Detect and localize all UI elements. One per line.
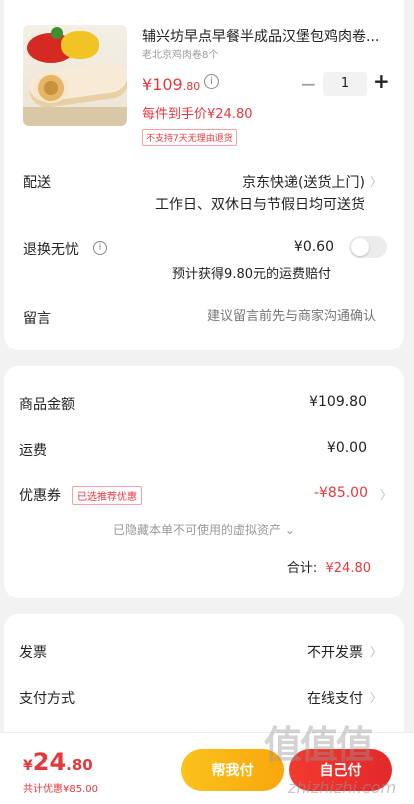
quantity-field[interactable]: 1 bbox=[323, 72, 367, 96]
return-service-note: 预计获得9.80元的运费赔付 bbox=[172, 267, 331, 282]
coupon-value[interactable]: -¥85.00 bbox=[314, 485, 368, 501]
goods-amount-value: ¥109.80 bbox=[309, 394, 367, 410]
goods-amount-label: 商品金额 bbox=[19, 397, 75, 413]
shipping-value: ¥0.00 bbox=[326, 440, 367, 456]
chevron-down-icon: ⌄ bbox=[284, 523, 295, 537]
pepper-decoration bbox=[61, 31, 99, 59]
hidden-assets-text: 已隐藏本单不可使用的虚拟资产 bbox=[113, 523, 282, 537]
return-service-toggle[interactable] bbox=[349, 236, 387, 258]
pepper-stem bbox=[51, 27, 63, 39]
message-label: 留言 bbox=[23, 311, 51, 327]
delivery-note: 工作日、双休日与节假日均可送货 bbox=[155, 197, 365, 213]
payment-method-chevron-icon[interactable]: 〉 bbox=[370, 689, 382, 706]
total-value: ¥24.80 bbox=[325, 561, 372, 576]
plate-image bbox=[23, 107, 127, 126]
shipping-label: 运费 bbox=[19, 443, 47, 459]
return-service-price: ¥0.60 bbox=[293, 239, 334, 255]
price-integer: 109 bbox=[152, 75, 183, 94]
invoice-chevron-icon[interactable]: 〉 bbox=[370, 643, 382, 660]
pay-amount-decimal: .80 bbox=[66, 756, 93, 774]
pay-currency: ¥ bbox=[23, 758, 33, 774]
return-service-label: 退换无忧 bbox=[23, 242, 79, 258]
invoice-label: 发票 bbox=[19, 645, 47, 661]
order-item-card: 辅兴坊早点早餐半成品汉堡包鸡肉卷... 老北京鸡肉卷8个 ¥109.80 i −… bbox=[4, 0, 404, 350]
order-total: 合计: ¥24.80 bbox=[287, 557, 371, 576]
wrap-cross-section bbox=[33, 73, 69, 103]
increase-quantity-button[interactable]: + bbox=[373, 69, 390, 93]
no-return-badge: 不支持7天无理由退货 bbox=[142, 129, 237, 146]
per-item-price: 每件到手价¥24.80 bbox=[142, 107, 253, 122]
delivery-chevron-icon[interactable]: 〉 bbox=[370, 173, 382, 190]
product-price: ¥109.80 bbox=[142, 75, 200, 94]
message-input[interactable] bbox=[144, 309, 376, 324]
delivery-label: 配送 bbox=[23, 175, 51, 191]
pay-amount: ¥24.80 bbox=[23, 748, 93, 776]
price-decimal: .80 bbox=[182, 80, 201, 93]
watermark-logo: 值值值 bbox=[264, 723, 374, 767]
hidden-assets-toggle[interactable]: 已隐藏本单不可使用的虚拟资产 ⌄ bbox=[4, 521, 404, 538]
payment-method-label: 支付方式 bbox=[19, 691, 75, 707]
watermark-site: zhizhizhi.com bbox=[288, 778, 397, 797]
product-spec: 老北京鸡肉卷8个 bbox=[142, 50, 219, 61]
total-savings: 共计优惠¥85.00 bbox=[23, 784, 98, 795]
decrease-quantity-button[interactable]: − bbox=[300, 72, 317, 96]
product-thumbnail[interactable] bbox=[23, 25, 127, 126]
price-currency: ¥ bbox=[142, 75, 153, 94]
payment-method-value[interactable]: 在线支付 bbox=[307, 688, 363, 708]
return-help-icon[interactable]: i bbox=[93, 241, 107, 255]
coupon-label: 优惠券 bbox=[19, 488, 61, 504]
invoice-value[interactable]: 不开发票 bbox=[307, 642, 363, 662]
price-info-icon[interactable]: i bbox=[204, 74, 219, 89]
pay-amount-integer: 24 bbox=[32, 748, 67, 776]
coupon-recommended-tag: 已选推荐优惠 bbox=[72, 486, 142, 505]
product-title[interactable]: 辅兴坊早点早餐半成品汉堡包鸡肉卷... bbox=[142, 26, 379, 46]
delivery-value[interactable]: 京东快递(送货上门) bbox=[242, 172, 365, 192]
total-label: 合计: bbox=[286, 561, 318, 576]
coupon-chevron-icon[interactable]: 〉 bbox=[380, 486, 392, 503]
